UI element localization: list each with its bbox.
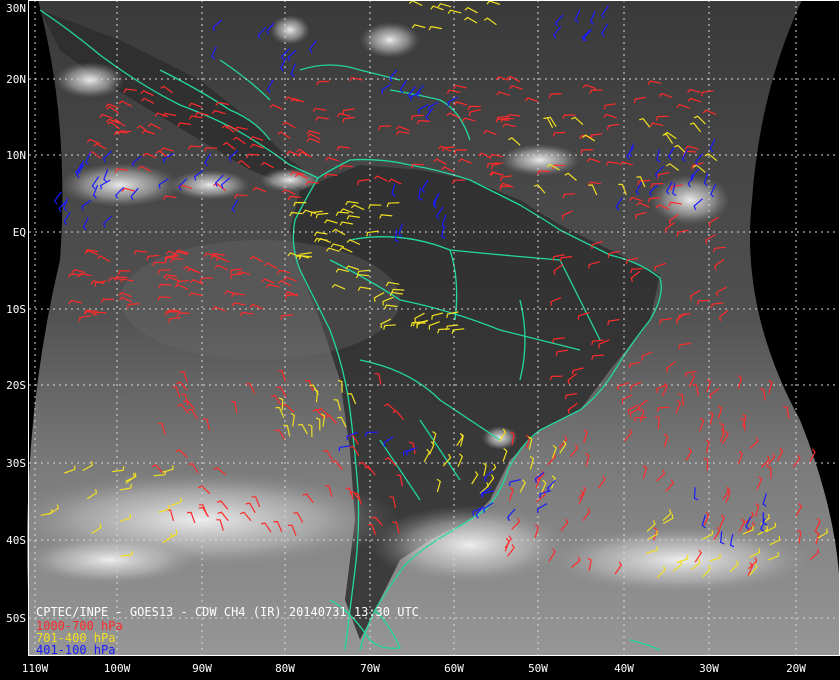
longitude-label: 70W bbox=[360, 662, 380, 675]
longitude-label: 80W bbox=[275, 662, 295, 675]
longitude-label: 50W bbox=[528, 662, 548, 675]
longitude-label: 110W bbox=[22, 662, 49, 675]
latitude-label: 30S bbox=[6, 457, 26, 470]
legend-high-level: 401-100 hPa bbox=[36, 643, 115, 657]
latitude-label: 10S bbox=[6, 303, 26, 316]
latitude-label: 50S bbox=[6, 612, 26, 625]
wind-barb bbox=[54, 191, 62, 205]
satellite-wind-map: 30N 20N 10N EQ 10S 20S 30S 40S 50S 110W 100W 90W 80… bbox=[0, 0, 840, 680]
latitude-labels: 30N 20N 10N EQ 10S 20S 30S 40S 50S bbox=[6, 2, 26, 625]
satellite-image bbox=[27, 0, 840, 655]
longitude-label: 90W bbox=[192, 662, 212, 675]
latitude-label: 20N bbox=[6, 73, 26, 86]
latitude-label: 10N bbox=[6, 149, 26, 162]
map-canvas: 30N 20N 10N EQ 10S 20S 30S 40S 50S 110W 100W 90W 80… bbox=[6, 0, 840, 675]
latitude-label: 30N bbox=[6, 2, 26, 15]
latitude-label: EQ bbox=[13, 226, 26, 239]
longitude-label: 30W bbox=[699, 662, 719, 675]
longitude-labels: 110W 100W 90W 80W 70W 60W 50W 40W 30W 20W bbox=[22, 662, 807, 675]
latitude-label: 40S bbox=[6, 534, 26, 547]
longitude-label: 40W bbox=[614, 662, 634, 675]
longitude-label: 20W bbox=[786, 662, 806, 675]
longitude-label: 100W bbox=[104, 662, 131, 675]
latitude-label: 20S bbox=[6, 379, 26, 392]
longitude-label: 60W bbox=[444, 662, 464, 675]
caption-title: CPTEC/INPE - GOES13 - CDW CH4 (IR) 20140… bbox=[36, 605, 419, 619]
